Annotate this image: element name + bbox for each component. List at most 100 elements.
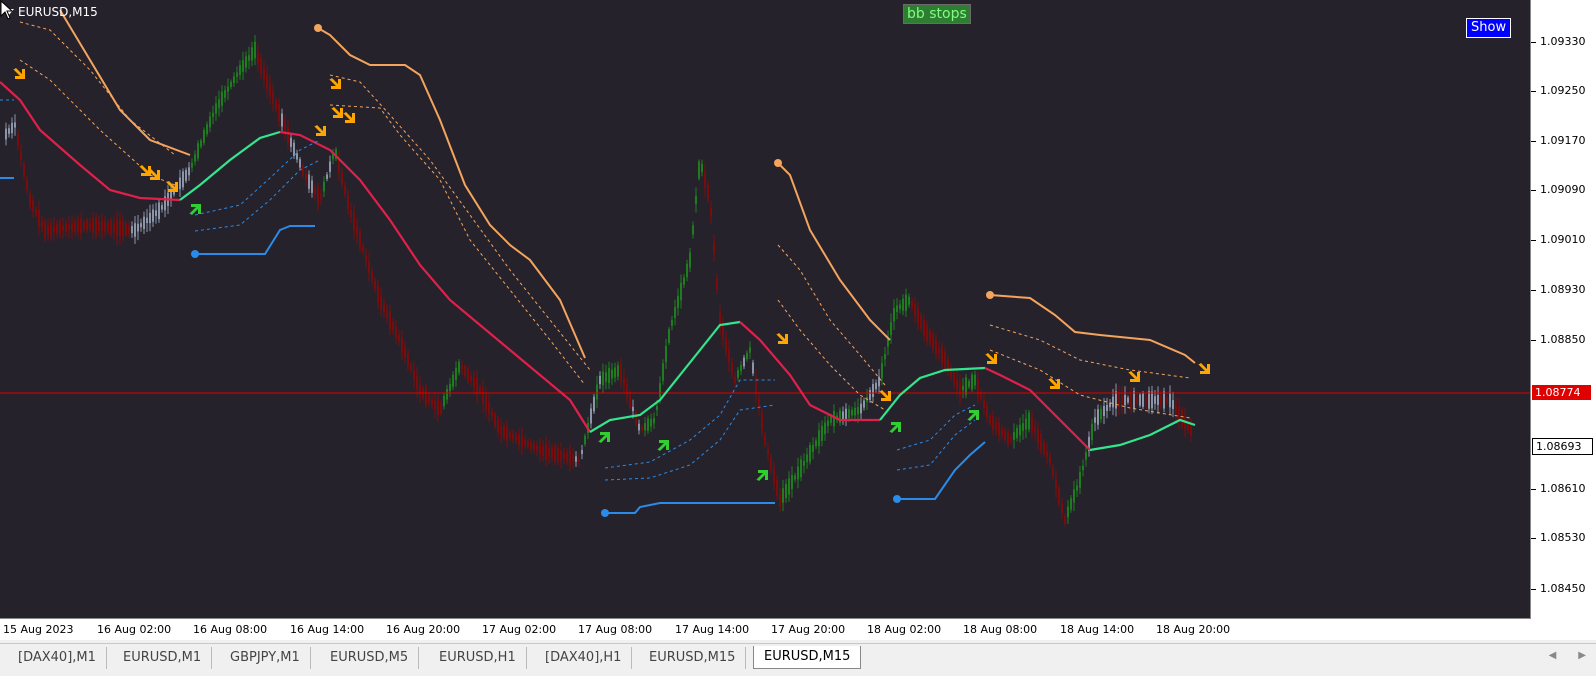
buy-arrow-icon-shape — [657, 440, 669, 451]
time-tick-label: 18 Aug 14:00 — [1060, 623, 1135, 636]
sell-arrow-icon-shape — [1128, 371, 1140, 382]
upper-stop-line — [317, 27, 586, 359]
candle-body — [581, 449, 583, 455]
candle-body — [146, 217, 148, 224]
candle-body — [557, 448, 559, 461]
candle-body — [134, 223, 136, 237]
chart-tab[interactable]: EURUSD,M5 — [320, 647, 420, 669]
lower-stop-line — [195, 225, 315, 255]
chart-tab[interactable]: GBPJPY,M1 — [220, 647, 311, 669]
candle-body — [965, 377, 967, 395]
sell-arrow-icon — [343, 112, 355, 123]
candle-body — [224, 90, 226, 98]
candle-body — [1106, 405, 1108, 411]
candle-body — [362, 246, 364, 252]
candle-body — [473, 377, 475, 388]
chart-tab[interactable]: EURUSD,M15 — [639, 647, 747, 669]
time-tick-label: 18 Aug 20:00 — [1156, 623, 1231, 636]
candle-body — [200, 140, 202, 147]
candle-body — [932, 334, 934, 350]
chart-tab[interactable]: [DAX40],M1 — [8, 647, 107, 669]
candle-body — [152, 209, 154, 222]
candle-body — [254, 41, 256, 59]
sell-arrow-icon-shape — [331, 107, 343, 118]
candle-body — [1142, 393, 1144, 407]
candle-body — [482, 388, 484, 404]
candle-body — [1055, 478, 1057, 490]
upper-stop-start-dot — [986, 291, 994, 299]
chart-plot-area[interactable]: EURUSD,M15 bb stops Show — [0, 0, 1531, 619]
candle-body — [491, 411, 493, 417]
candle-body — [467, 368, 469, 382]
chart-tab[interactable]: EURUSD,M15 — [753, 646, 862, 669]
candle-body — [41, 221, 43, 227]
scroll-left-icon[interactable]: ◀ — [1549, 650, 1557, 661]
candle-body — [638, 423, 640, 431]
candle-body — [188, 167, 190, 176]
candle-body — [479, 386, 481, 394]
candle-body — [245, 56, 247, 68]
time-axis[interactable]: 15 Aug 2023 16 Aug 02:00 16 Aug 08:00 16 Au… — [0, 619, 1530, 640]
candle-body — [713, 242, 715, 254]
candle-body — [593, 396, 595, 412]
candle-body — [542, 445, 544, 456]
upper-stop-start-dot — [774, 159, 782, 167]
candle-body — [260, 57, 262, 75]
candle-body — [161, 205, 163, 210]
price-chart-canvas[interactable] — [0, 0, 1530, 618]
candle-body — [476, 377, 478, 395]
candle-body — [182, 171, 184, 188]
price-axis[interactable]: 1.09330 1.09250 1.09170 1.09090 1.09010 1.089… — [1531, 0, 1596, 618]
candle-body — [314, 188, 316, 195]
candle-body — [449, 383, 451, 392]
candle-body — [701, 163, 703, 173]
candle-body — [884, 353, 886, 360]
candle-body — [380, 294, 382, 310]
candle-body — [248, 55, 250, 61]
chart-symbol-title[interactable]: EURUSD,M15 — [4, 5, 98, 19]
candle-body — [821, 425, 823, 441]
candle-body — [890, 322, 892, 336]
tab-scroll-controls[interactable]: ◀ ▶ — [1549, 650, 1586, 661]
candle-body — [728, 348, 730, 364]
candle-body — [434, 400, 436, 410]
candle-body — [620, 364, 622, 382]
buy-arrow-icon — [189, 204, 201, 215]
candle-body — [377, 285, 379, 303]
candle-body — [1178, 406, 1180, 421]
chart-tab[interactable]: EURUSD,H1 — [429, 647, 527, 669]
candle-body — [281, 113, 283, 127]
chart-tab-bar: ◀ ▶ [DAX40],M1 EURUSD,M1 GBPJPY,M1 EURUSD,M… — [0, 643, 1596, 676]
time-tick-label: 18 Aug 08:00 — [963, 623, 1038, 636]
candle-body — [1136, 397, 1138, 403]
candle-body — [899, 304, 901, 309]
candle-body — [833, 410, 835, 427]
scroll-right-icon[interactable]: ▶ — [1578, 650, 1586, 661]
candle-body — [827, 420, 829, 427]
candle-body — [950, 366, 952, 378]
candle-body — [326, 174, 328, 179]
candle-body — [53, 225, 55, 233]
chart-window[interactable]: EURUSD,M15 bb stops Show 1.09330 1.09250 1… — [0, 0, 1596, 640]
candle-body — [437, 400, 439, 416]
candle-body — [545, 443, 547, 460]
lower-stop-start-dot — [893, 495, 901, 503]
chart-tab[interactable]: EURUSD,M1 — [113, 647, 213, 669]
candle-body — [329, 161, 331, 172]
candle-body — [650, 418, 652, 427]
candle-body — [1016, 427, 1018, 439]
bollinger-middle-band — [739, 321, 880, 422]
chart-tab[interactable]: [DAX40],H1 — [535, 647, 633, 669]
candle-body — [1067, 506, 1069, 518]
candle-body — [722, 324, 724, 340]
candle-body — [578, 457, 580, 463]
candle-body — [233, 76, 235, 83]
candle-body — [212, 112, 214, 117]
candle-body — [1022, 423, 1024, 431]
current-price-badge: 1.08774 — [1532, 385, 1591, 400]
candle-body — [158, 202, 160, 220]
buy-arrow-icon — [598, 432, 610, 443]
show-button[interactable]: Show — [1466, 18, 1512, 38]
candle-body — [989, 416, 991, 424]
upper-stop-line — [777, 162, 891, 341]
